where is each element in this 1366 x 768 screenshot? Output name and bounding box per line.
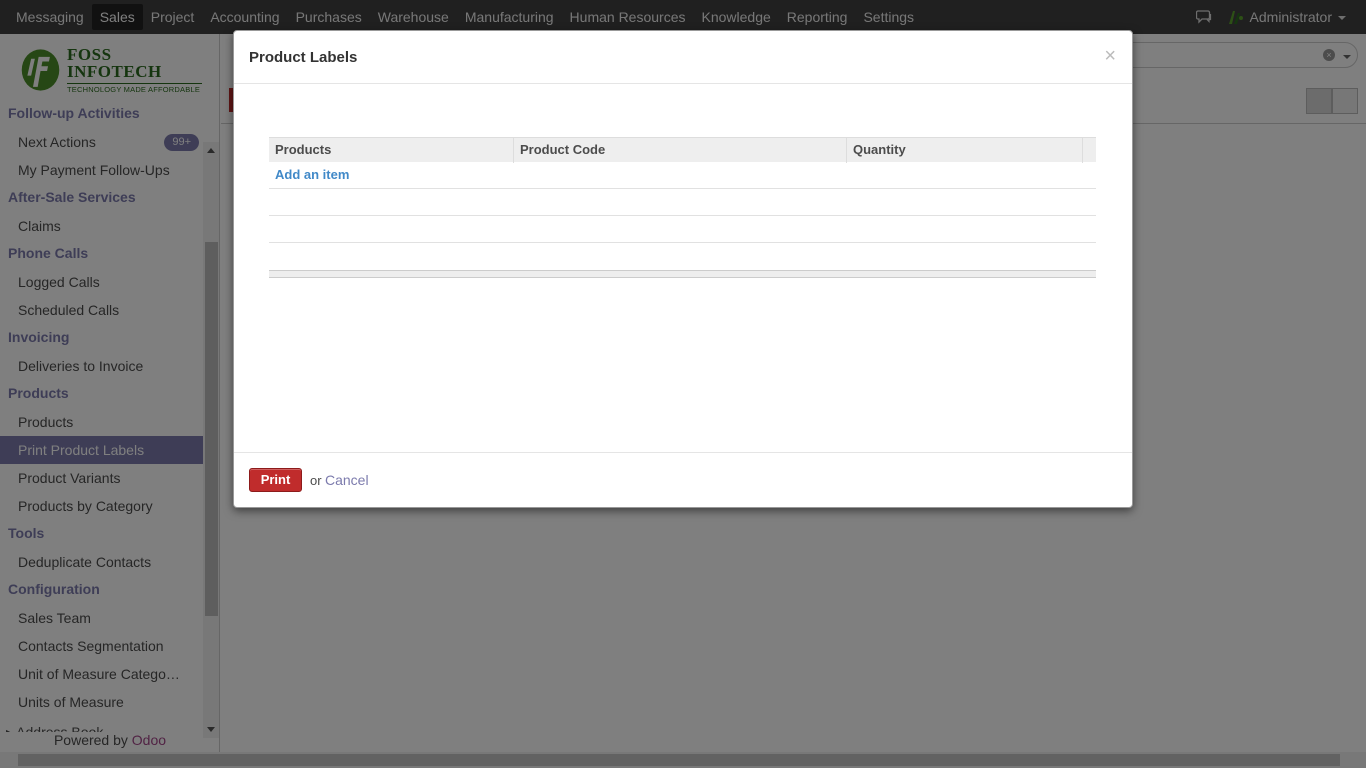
cancel-button[interactable]: Cancel xyxy=(325,472,369,488)
close-icon[interactable]: × xyxy=(1104,45,1116,68)
dialog-title: Product Labels xyxy=(249,49,358,66)
product-lines-table: Products Product Code Quantity Add an it… xyxy=(269,137,1096,278)
dialog-footer: Print or Cancel xyxy=(234,452,1132,507)
column-header-quantity[interactable]: Quantity xyxy=(847,138,1083,163)
dialog-header: Product Labels × xyxy=(234,31,1132,84)
column-header-actions xyxy=(1083,138,1096,163)
table-header: Products Product Code Quantity xyxy=(269,137,1096,163)
table-footer xyxy=(269,270,1096,278)
product-labels-dialog: Product Labels × Products Product Code Q… xyxy=(233,30,1133,508)
add-an-item-link[interactable]: Add an item xyxy=(275,167,349,182)
table-row xyxy=(269,216,1096,243)
table-row: Add an item xyxy=(269,162,1096,189)
column-header-products[interactable]: Products xyxy=(269,138,514,163)
print-button[interactable]: Print xyxy=(249,468,302,492)
table-row xyxy=(269,189,1096,216)
or-text: or xyxy=(310,473,322,488)
table-row xyxy=(269,243,1096,270)
dialog-body: Products Product Code Quantity Add an it… xyxy=(234,84,1132,454)
column-header-product-code[interactable]: Product Code xyxy=(514,138,847,163)
